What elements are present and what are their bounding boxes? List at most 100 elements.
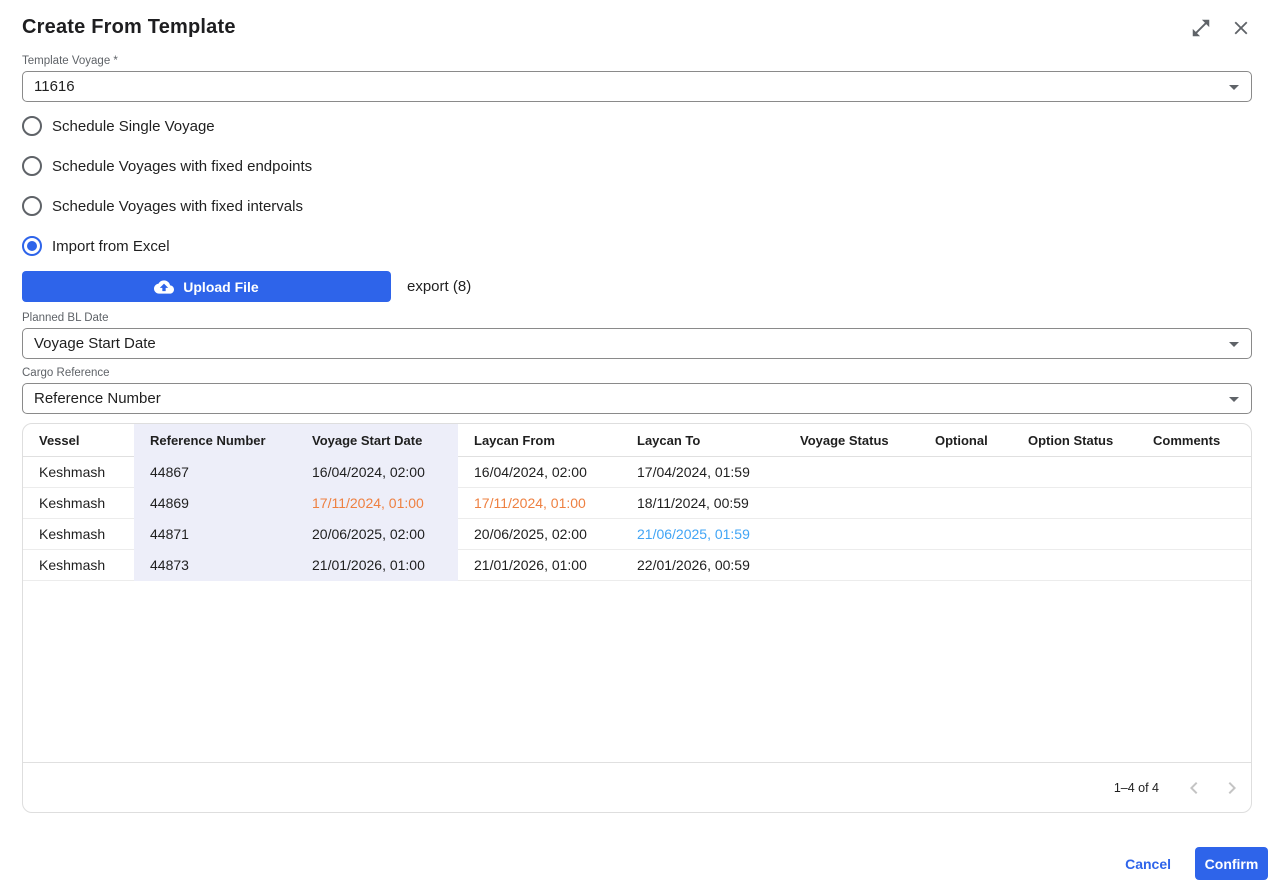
radio-option-2[interactable]: Schedule Voyages with fixed intervals <box>22 186 1252 226</box>
cell-reference_number: 44873 <box>134 550 296 581</box>
planned-bl-date-label: Planned BL Date <box>22 312 1252 324</box>
column-header-vessel[interactable]: Vessel <box>23 424 134 457</box>
expand-dialog-button[interactable] <box>1190 17 1212 39</box>
radio-option-1[interactable]: Schedule Voyages with fixed endpoints <box>22 146 1252 186</box>
cell-voyage_status <box>784 519 919 550</box>
dialog-header-actions <box>1190 17 1252 39</box>
cancel-button[interactable]: Cancel <box>1125 856 1171 872</box>
table-row[interactable]: Keshmash4487321/01/2026, 01:0021/01/2026… <box>23 550 1251 581</box>
planned-bl-date-select[interactable]: Voyage Start Date <box>22 328 1252 359</box>
cell-optional <box>919 488 1012 519</box>
radio-option-3[interactable]: Import from Excel <box>22 226 1252 266</box>
radio-unselected-icon <box>22 196 42 216</box>
cell-optional <box>919 457 1012 488</box>
cell-optional <box>919 550 1012 581</box>
radio-option-label: Schedule Voyages with fixed intervals <box>52 198 303 215</box>
radio-unselected-icon <box>22 156 42 176</box>
cell-laycan_to: 22/01/2026, 00:59 <box>621 550 784 581</box>
cell-option_status <box>1012 488 1137 519</box>
caret-down-icon <box>1229 397 1239 402</box>
cell-vessel: Keshmash <box>23 519 134 550</box>
table-row[interactable]: Keshmash4486716/04/2024, 02:0016/04/2024… <box>23 457 1251 488</box>
cell-laycan_to: 17/04/2024, 01:59 <box>621 457 784 488</box>
column-header-laycan_to[interactable]: Laycan To <box>621 424 784 457</box>
column-header-reference_number[interactable]: Reference Number <box>134 424 296 457</box>
cell-reference_number: 44869 <box>134 488 296 519</box>
table-row[interactable]: Keshmash4487120/06/2025, 02:0020/06/2025… <box>23 519 1251 550</box>
radio-unselected-icon <box>22 116 42 136</box>
column-header-option_status[interactable]: Option Status <box>1012 424 1137 457</box>
cell-option_status <box>1012 519 1137 550</box>
caret-down-icon <box>1229 85 1239 90</box>
cell-reference_number: 44871 <box>134 519 296 550</box>
confirm-button[interactable]: Confirm <box>1195 847 1268 880</box>
cell-comments <box>1137 550 1252 581</box>
cell-comments <box>1137 488 1252 519</box>
table-row[interactable]: Keshmash4486917/11/2024, 01:0017/11/2024… <box>23 488 1251 519</box>
dialog-title: Create From Template <box>22 16 236 39</box>
radio-option-0[interactable]: Schedule Single Voyage <box>22 106 1252 146</box>
schedule-mode-radio-group: Schedule Single Voyage Schedule Voyages w… <box>22 106 1252 266</box>
cell-laycan_from: 20/06/2025, 02:00 <box>458 519 621 550</box>
next-page-button[interactable] <box>1213 769 1251 807</box>
cargo-reference-value: Reference Number <box>34 390 161 407</box>
cell-laycan_to: 21/06/2025, 01:59 <box>621 519 784 550</box>
template-voyage-select[interactable]: 11616 <box>22 71 1252 102</box>
cell-voyage_start_date: 16/04/2024, 02:00 <box>296 457 458 488</box>
cell-voyage_status <box>784 550 919 581</box>
planned-bl-date-value: Voyage Start Date <box>34 335 156 352</box>
cell-option_status <box>1012 550 1137 581</box>
radio-option-label: Import from Excel <box>52 238 170 255</box>
cell-vessel: Keshmash <box>23 457 134 488</box>
cell-comments <box>1137 457 1252 488</box>
cell-vessel: Keshmash <box>23 550 134 581</box>
previous-page-button[interactable] <box>1175 769 1213 807</box>
cell-voyage_start_date: 21/01/2026, 01:00 <box>296 550 458 581</box>
table-empty-space <box>23 581 1251 762</box>
template-voyage-value: 11616 <box>34 78 75 95</box>
column-header-optional[interactable]: Optional <box>919 424 1012 457</box>
cell-laycan_from: 21/01/2026, 01:00 <box>458 550 621 581</box>
upload-file-label: Upload File <box>183 279 258 295</box>
dialog-header: Create From Template <box>0 0 1274 39</box>
chevron-left-icon <box>1182 776 1206 800</box>
upload-file-button[interactable]: Upload File <box>22 271 391 302</box>
cell-laycan_from: 16/04/2024, 02:00 <box>458 457 621 488</box>
create-from-template-dialog: Create From Template Template Voyage * 1… <box>0 0 1274 886</box>
cell-reference_number: 44867 <box>134 457 296 488</box>
cell-laycan_to: 18/11/2024, 00:59 <box>621 488 784 519</box>
planned-bl-date-field: Planned BL Date Voyage Start Date <box>22 312 1252 359</box>
cargo-reference-field: Cargo Reference Reference Number <box>22 367 1252 414</box>
table-pagination: 1–4 of 4 <box>23 762 1251 812</box>
upload-row: Upload File export (8) <box>22 271 1252 302</box>
export-count-text: export (8) <box>407 278 471 295</box>
cloud-upload-icon <box>154 277 174 297</box>
column-header-comments[interactable]: Comments <box>1137 424 1252 457</box>
open-in-full-icon <box>1190 17 1212 39</box>
table-header-row: VesselReference NumberVoyage Start DateL… <box>23 424 1251 457</box>
template-voyage-label: Template Voyage * <box>22 55 1252 67</box>
dialog-footer: Cancel Confirm <box>1125 847 1268 880</box>
dialog-body: Template Voyage * 11616 Schedule Single … <box>0 55 1274 813</box>
column-header-laycan_from[interactable]: Laycan From <box>458 424 621 457</box>
template-voyage-field: Template Voyage * 11616 <box>22 55 1252 102</box>
caret-down-icon <box>1229 342 1239 347</box>
table-body: Keshmash4486716/04/2024, 02:0016/04/2024… <box>23 457 1251 581</box>
cell-optional <box>919 519 1012 550</box>
radio-selected-icon <box>22 236 42 256</box>
cell-comments <box>1137 519 1252 550</box>
radio-option-label: Schedule Voyages with fixed endpoints <box>52 158 312 175</box>
cell-vessel: Keshmash <box>23 488 134 519</box>
column-header-voyage_start_date[interactable]: Voyage Start Date <box>296 424 458 457</box>
cell-voyage_start_date: 20/06/2025, 02:00 <box>296 519 458 550</box>
close-icon <box>1230 17 1252 39</box>
cell-voyage_start_date: 17/11/2024, 01:00 <box>296 488 458 519</box>
radio-option-label: Schedule Single Voyage <box>52 118 215 135</box>
cargo-reference-select[interactable]: Reference Number <box>22 383 1252 414</box>
column-header-voyage_status[interactable]: Voyage Status <box>784 424 919 457</box>
cargo-reference-label: Cargo Reference <box>22 367 1252 379</box>
chevron-right-icon <box>1220 776 1244 800</box>
pagination-range-label: 1–4 of 4 <box>1114 781 1159 795</box>
close-dialog-button[interactable] <box>1230 17 1252 39</box>
voyages-table: VesselReference NumberVoyage Start DateL… <box>22 423 1252 813</box>
